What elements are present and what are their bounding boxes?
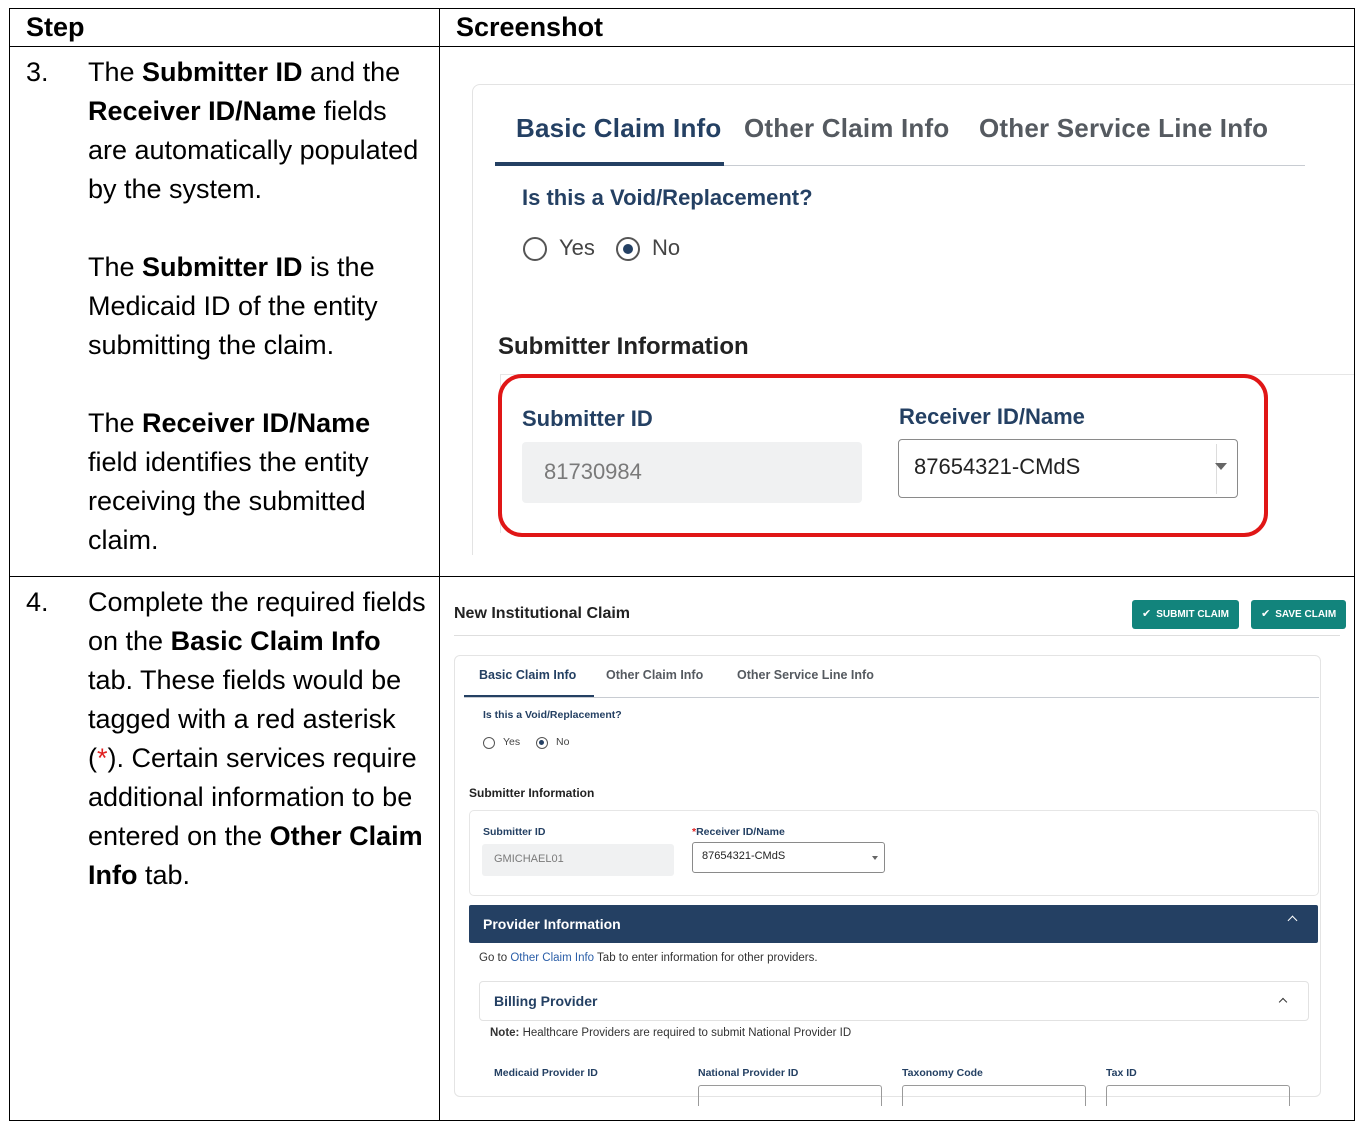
taxonomy-code-label: Taxonomy Code: [902, 1067, 983, 1079]
other-claim-info-link[interactable]: Other Claim Info: [510, 952, 594, 964]
step-4-screenshot-cell: New Institutional Claim ✔ SUBMIT CLAIM ✔ S…: [439, 576, 1355, 1121]
full-screenshot: New Institutional Claim ✔ SUBMIT CLAIM ✔ S…: [440, 577, 1354, 1120]
submitter-id-field: GMICHAEL01: [482, 844, 674, 876]
receiver-id-select[interactable]: 87654321-CMdS: [692, 842, 885, 873]
step-3-screenshot-cell: Basic Claim Info Other Claim Info Other …: [439, 46, 1355, 577]
red-asterisk: *: [97, 743, 108, 773]
medicaid-provider-id-input[interactable]: [494, 1085, 676, 1105]
void-replacement-question: Is this a Void/Replacement?: [522, 185, 813, 210]
active-tab-indicator: [464, 695, 594, 697]
radio-no[interactable]: [536, 737, 548, 749]
provider-information-header[interactable]: Provider Information: [469, 905, 1318, 943]
radio-yes-label: Yes: [559, 235, 595, 260]
active-tab-indicator: [495, 162, 724, 166]
national-provider-id-input[interactable]: [698, 1085, 882, 1106]
tab-basic-claim-info[interactable]: Basic Claim Info: [516, 113, 721, 144]
step-4-paragraph: Complete the required fields on the Basi…: [88, 587, 426, 890]
submit-claim-button[interactable]: ✔ SUBMIT CLAIM: [1132, 600, 1239, 629]
tab-other-service-line-info[interactable]: Other Service Line Info: [979, 113, 1268, 144]
tab-other-service-line-info[interactable]: Other Service Line Info: [737, 668, 874, 682]
national-provider-id-label: National Provider ID: [698, 1067, 799, 1079]
submitter-information-heading: Submitter Information: [498, 333, 749, 360]
radio-yes[interactable]: [523, 237, 547, 261]
zoomed-screenshot: Basic Claim Info Other Claim Info Other …: [440, 47, 1354, 576]
npi-note: Note: Healthcare Providers are required …: [490, 1027, 852, 1039]
tax-id-input[interactable]: [1106, 1085, 1290, 1106]
taxonomy-code-input[interactable]: [902, 1085, 1086, 1106]
chevron-down-icon: [872, 856, 878, 860]
radio-no-label: No: [556, 736, 570, 748]
chevron-up-icon: [1278, 997, 1288, 1007]
check-icon: ✔: [1261, 608, 1271, 620]
radio-no-label: No: [652, 235, 681, 260]
header-step: Step: [9, 8, 440, 47]
chevron-up-icon: [1287, 915, 1298, 926]
receiver-id-label: *Receiver ID/Name: [692, 826, 785, 838]
check-icon: ✔: [1142, 608, 1152, 620]
step-3-paragraph-3: The Receiver ID/Name field identifies th…: [88, 408, 371, 555]
tab-other-claim-info[interactable]: Other Claim Info: [744, 113, 949, 144]
page-title: New Institutional Claim: [454, 605, 631, 622]
claim-tabs: Basic Claim Info Other Claim Info Other …: [495, 97, 1305, 166]
header-screenshot: Screenshot: [439, 8, 1355, 47]
billing-provider-header[interactable]: Billing Provider: [479, 981, 1309, 1021]
radio-yes[interactable]: [483, 737, 495, 749]
instructions-table: Step Screenshot 3. The Submitter ID and …: [9, 8, 1355, 1121]
step-number: 4.: [26, 587, 49, 617]
submitter-information-heading: Submitter Information: [469, 786, 595, 800]
void-replacement-question: Is this a Void/Replacement?: [483, 709, 622, 721]
step-3-paragraph-1: The Submitter ID and the Receiver ID/Nam…: [88, 57, 419, 204]
step-4-cell: 4. Complete the required fields on the B…: [9, 576, 440, 1121]
step-3-paragraph-2: The Submitter ID is the Medicaid ID of t…: [88, 252, 378, 360]
tab-basic-claim-info[interactable]: Basic Claim Info: [479, 668, 576, 682]
tax-id-label: Tax ID: [1106, 1067, 1137, 1079]
medicaid-provider-id-label: Medicaid Provider ID: [494, 1067, 598, 1079]
save-claim-button[interactable]: ✔ SAVE CLAIM: [1251, 600, 1347, 629]
submitter-id-label: Submitter ID: [483, 826, 546, 838]
step-3-cell: 3. The Submitter ID and the Receiver ID/…: [9, 46, 440, 577]
highlight-box: [498, 374, 1268, 537]
step-number: 3.: [26, 57, 49, 87]
radio-no[interactable]: [616, 237, 640, 261]
tab-other-claim-info[interactable]: Other Claim Info: [606, 668, 703, 682]
other-providers-hint: Go to Other Claim Info Tab to enter info…: [479, 952, 818, 964]
radio-yes-label: Yes: [503, 736, 521, 748]
claim-tabs: Basic Claim Info Other Claim Info Other …: [464, 667, 1319, 698]
